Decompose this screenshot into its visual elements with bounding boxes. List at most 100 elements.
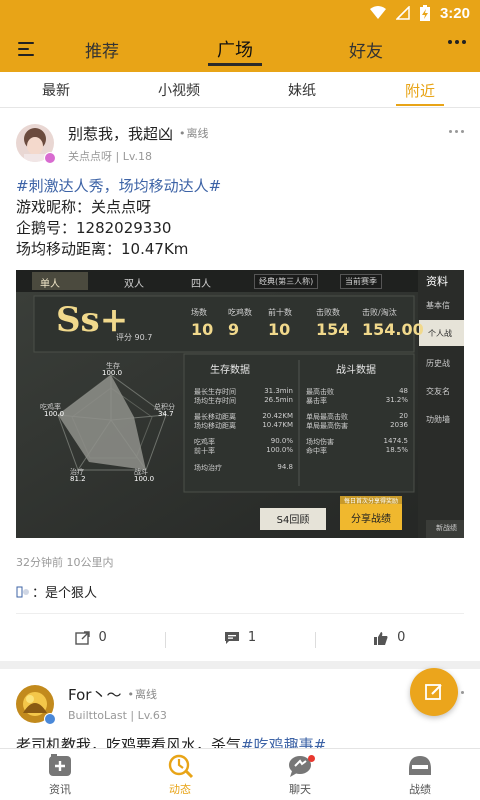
tab-friends[interactable]: 好友	[334, 26, 398, 72]
gender-female-icon	[44, 152, 56, 164]
comment-icon	[224, 631, 239, 644]
stat-row-value: 10.47KM	[262, 421, 293, 429]
post-card[interactable]: For丶～ 离线 BuilttoLast | Lv.63 老司机教我，吃鸡要看风…	[0, 669, 480, 748]
stat-header: 吃鸡数	[228, 308, 252, 317]
author-name[interactable]: 别惹我，我超凶	[68, 124, 173, 144]
share-button[interactable]: 0	[16, 630, 165, 645]
stat-row-value: 100.0%	[266, 446, 293, 454]
online-status: 离线	[127, 685, 157, 705]
share-hint: 每日首次分享得奖励	[343, 498, 398, 505]
post-actions: 0 1 0	[16, 613, 464, 661]
signal-icon	[395, 6, 410, 20]
sub-tabs: 最新 小视频 妹纸 附近	[0, 72, 480, 108]
season-review-button: S4回顾	[276, 515, 310, 526]
top-comment[interactable]: ：是个狠人	[16, 582, 464, 601]
mode-tab-duo: 双人	[124, 279, 144, 290]
thumbs-up-icon	[374, 631, 388, 645]
hashtag-link[interactable]: #吃鸡趣事#	[241, 736, 326, 748]
stat-row-value: 94.8	[277, 463, 293, 471]
stat-row-label: 场均治疗	[194, 464, 222, 472]
tab-square[interactable]: 广场	[203, 26, 267, 72]
share-count: 0	[98, 630, 107, 645]
like-count: 0	[397, 630, 406, 645]
share-icon	[74, 630, 90, 645]
stat-header: 击败数	[316, 308, 340, 317]
stat-row-value: 26.5min	[264, 396, 293, 404]
stat-header: 前十数	[268, 308, 292, 317]
top-nav: 推荐 广场 好友	[0, 26, 480, 72]
tab-feed[interactable]: 动态	[120, 749, 240, 800]
post-header: For丶～ 离线 BuilttoLast | Lv.63	[16, 669, 464, 733]
author-subtitle: 关点点呀 | Lv.18	[68, 150, 152, 163]
post-meta: 32分钟前 10公里内	[16, 556, 114, 569]
notification-dot	[308, 755, 315, 762]
post-line: 游戏昵称：关点点呀	[16, 198, 152, 216]
stat-header: 击败/淘汰	[362, 308, 397, 317]
stat-row-value: 31.2%	[385, 396, 408, 404]
profile-menu-item: 历史战	[426, 359, 450, 368]
feed-icon	[168, 754, 194, 778]
commenter-avatar-icon	[16, 585, 30, 599]
post-header: 别惹我，我超凶 离线 关点点呀 | Lv.18	[16, 108, 464, 172]
stat-value: 9	[228, 320, 240, 339]
menu-icon	[18, 38, 36, 60]
stat-row-value: 20	[399, 412, 408, 420]
stat-row-value: 48	[399, 387, 408, 395]
stat-value: 154	[316, 320, 350, 339]
stat-value: 10	[268, 320, 291, 339]
tab-stats[interactable]: 战绩	[360, 749, 480, 800]
author-subtitle: BuilttoLast | Lv.63	[68, 709, 167, 722]
stat-header: 场数	[191, 308, 207, 317]
subtab-girls[interactable]: 妹纸	[266, 72, 338, 108]
author-name[interactable]: For丶～	[68, 685, 121, 705]
profile-menu-item: 功勋墙	[426, 415, 450, 424]
stat-row-value: 20.42KM	[262, 412, 293, 420]
radar-right-value: 34.7	[158, 410, 174, 418]
post-body: #刺激达人秀，场均移动达人# 游戏昵称：关点点呀 企鹅号：1282029330 …	[16, 176, 464, 260]
season-select: 当前赛季	[340, 274, 382, 289]
radar-top-value: 100.0	[102, 369, 123, 377]
stat-row-value: 1474.5	[383, 437, 409, 445]
survival-section-title: 生存数据	[210, 365, 250, 376]
post-more-icon[interactable]	[449, 130, 464, 133]
post-line: 场均移动距离：10.47Km	[16, 240, 189, 258]
stat-row-value: 18.5%	[385, 446, 408, 454]
stat-row-label: 单局最高伤害	[306, 422, 348, 430]
tab-news[interactable]: 资讯	[0, 749, 120, 800]
stat-row-label: 场均生存时间	[194, 397, 236, 405]
subtab-short-video[interactable]: 小视频	[143, 72, 215, 108]
tab-chat[interactable]: 聊天	[240, 749, 360, 800]
mode-tab-squad: 四人	[191, 279, 211, 290]
news-icon	[49, 753, 71, 776]
comment-button[interactable]: 1	[165, 630, 314, 648]
subtab-nearby[interactable]: 附近	[384, 72, 456, 108]
stat-row-label: 暴击率	[306, 397, 327, 405]
profile-menu-item: 交友名	[426, 387, 450, 396]
battery-charging-icon	[419, 5, 430, 21]
wifi-icon	[369, 6, 386, 20]
status-bar: 3:20	[0, 0, 480, 26]
tab-news-label: 资讯	[49, 782, 71, 796]
subtab-latest[interactable]: 最新	[20, 72, 92, 108]
stat-row-value: 2036	[390, 421, 408, 429]
stat-row-value: 31.3min	[264, 387, 293, 395]
compose-post-button[interactable]	[410, 668, 458, 716]
hashtag-link[interactable]: #刺激达人秀，场均移动达人#	[16, 176, 464, 197]
stat-value: 10	[191, 320, 214, 339]
helmet-icon	[409, 755, 431, 775]
share-record-button: 分享战绩	[351, 514, 391, 525]
post-image[interactable]: 单人 双人 四人 经典(第三人称) 当前赛季 资料 基本信 个人战 历史战 交友…	[16, 270, 464, 538]
stat-row-label: 前十率	[194, 447, 215, 455]
tab-feed-label: 动态	[169, 782, 191, 796]
post-body: 老司机教我，吃鸡要看风水，杀气#吃鸡趣事#	[16, 735, 464, 748]
tab-recommend[interactable]: 推荐	[70, 26, 134, 72]
more-options-icon[interactable]	[448, 40, 466, 44]
tab-stats-label: 战绩	[409, 782, 431, 796]
stat-value: 154.00	[362, 320, 424, 339]
radar-left-value: 100.0	[44, 410, 65, 418]
feed[interactable]: 别惹我，我超凶 离线 关点点呀 | Lv.18 #刺激达人秀，场均移动达人# 游…	[0, 108, 480, 748]
menu-button[interactable]	[0, 26, 54, 72]
post-card[interactable]: 别惹我，我超凶 离线 关点点呀 | Lv.18 #刺激达人秀，场均移动达人# 游…	[0, 108, 480, 661]
radar-br-value: 100.0	[134, 475, 155, 483]
like-button[interactable]: 0	[314, 630, 464, 648]
